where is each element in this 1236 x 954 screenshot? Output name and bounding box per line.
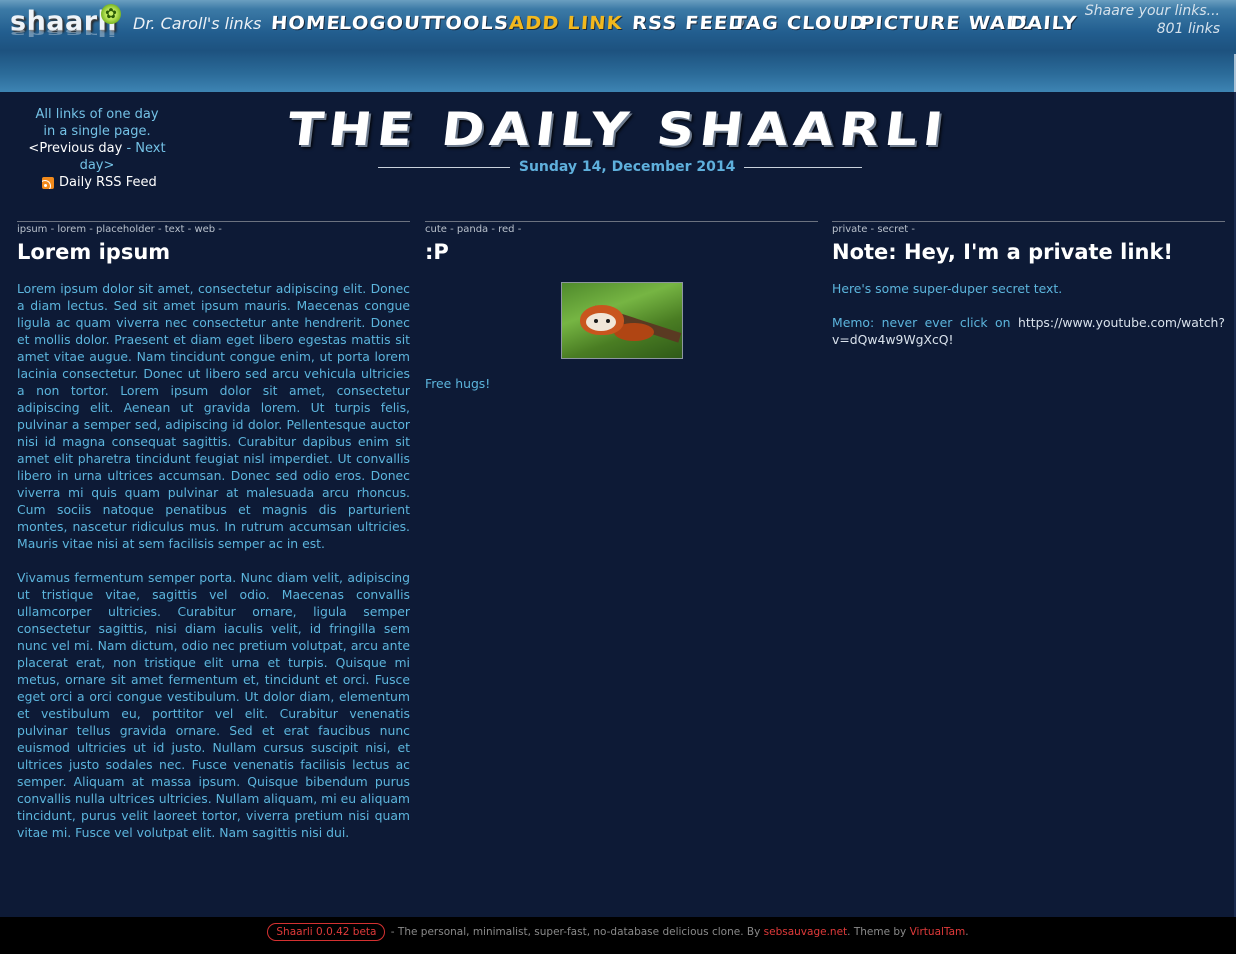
memo-label: Memo: never ever click on: [832, 315, 1011, 330]
header-bar: shaarli shaarli ✿ Dr. Caroll's links Hom…: [0, 0, 1236, 92]
nav-tools[interactable]: Tools: [430, 13, 510, 34]
footer: Shaarli 0.0.42 beta - The personal, mini…: [0, 917, 1236, 954]
star-icon: ✿: [101, 4, 121, 24]
theme-author-link[interactable]: VirtualTam: [910, 926, 966, 938]
nav-tag-cloud[interactable]: Tag cloud: [732, 13, 867, 34]
daily-nav-desc-2: in a single page.: [43, 124, 151, 139]
daily-entry: private - secret - Note: Hey, I'm a priv…: [832, 221, 1225, 365]
panda-eye-shape: [605, 319, 610, 323]
footer-text: - The personal, minimalist, super-fast, …: [387, 926, 764, 938]
next-arrow: >: [103, 158, 115, 173]
daily-nav-desc-1: All links of one day: [35, 107, 159, 122]
site-title[interactable]: Dr. Caroll's links: [133, 14, 261, 33]
nav-home[interactable]: Home: [270, 13, 341, 34]
entry-tags[interactable]: ipsum - lorem - placeholder - text - web…: [17, 224, 410, 236]
rss-icon: [42, 176, 54, 189]
nav-separator: -: [122, 141, 136, 156]
nav-add-link[interactable]: Add link: [508, 13, 623, 34]
entry-description: Free hugs!: [425, 376, 491, 391]
memo-paragraph: Memo: never ever click on https://www.yo…: [832, 314, 1225, 348]
nav-logout[interactable]: Logout: [338, 13, 436, 34]
footer-end: .: [965, 926, 969, 938]
header-stats: Shaare your links... 801 links: [1085, 2, 1220, 38]
daily-date: Sunday 14, December 2014: [518, 159, 736, 175]
panda-face-shape: [585, 313, 616, 331]
date-rule-left: [378, 166, 510, 168]
nav-rss-feed[interactable]: RSS Feed: [631, 13, 746, 34]
description-paragraph: Lorem ipsum dolor sit amet, consectetur …: [17, 281, 410, 551]
daily-entry: ipsum - lorem - placeholder - text - web…: [17, 221, 410, 858]
shaarli-logo[interactable]: shaarli shaarli ✿: [10, 4, 121, 46]
link-count: 801 links: [1156, 21, 1220, 37]
entry-tags[interactable]: private - secret -: [832, 224, 1225, 236]
entry-title[interactable]: Note: Hey, I'm a private link!: [832, 238, 1225, 266]
author-link[interactable]: sebsauvage.net: [764, 926, 848, 938]
entry-title[interactable]: :P: [425, 238, 818, 266]
previous-day-link[interactable]: <Previous day: [28, 141, 122, 156]
daily-date-line: Sunday 14, December 2014: [374, 159, 862, 175]
daily-navigation: All links of one day in a single page. <…: [14, 106, 180, 174]
description-paragraph: Vivamus fermentum semper porta. Nunc dia…: [17, 570, 410, 840]
nav-daily[interactable]: Daily: [1009, 13, 1078, 34]
daily-rss-link[interactable]: Daily RSS Feed: [42, 175, 157, 190]
daily-rss-label: Daily RSS Feed: [59, 175, 157, 190]
red-panda-thumbnail[interactable]: [560, 282, 683, 359]
tagline: Shaare your links...: [1084, 3, 1220, 19]
nav-picture-wall[interactable]: Picture wall: [859, 13, 1034, 34]
date-rule-right: [744, 166, 862, 168]
entry-tags[interactable]: cute - panda - red -: [425, 224, 818, 236]
theme-text: . Theme by: [847, 926, 910, 938]
daily-entry: cute - panda - red - :P Free hugs!: [425, 221, 818, 392]
entry-title[interactable]: Lorem ipsum: [17, 238, 410, 266]
daily-title: The Daily Shaarli: [284, 102, 952, 156]
panda-eye-shape: [593, 319, 598, 323]
version-badge[interactable]: Shaarli 0.0.42 beta: [267, 923, 386, 941]
entry-description: Here's some super-duper secret text. Mem…: [832, 280, 1225, 348]
entry-description: Lorem ipsum dolor sit amet, consectetur …: [17, 280, 410, 841]
logo-reflection: shaarli: [10, 27, 118, 38]
description-paragraph: Here's some super-duper secret text.: [832, 281, 1063, 296]
previous-arrow: <: [28, 141, 40, 156]
previous-day-label: Previous day: [39, 141, 123, 156]
